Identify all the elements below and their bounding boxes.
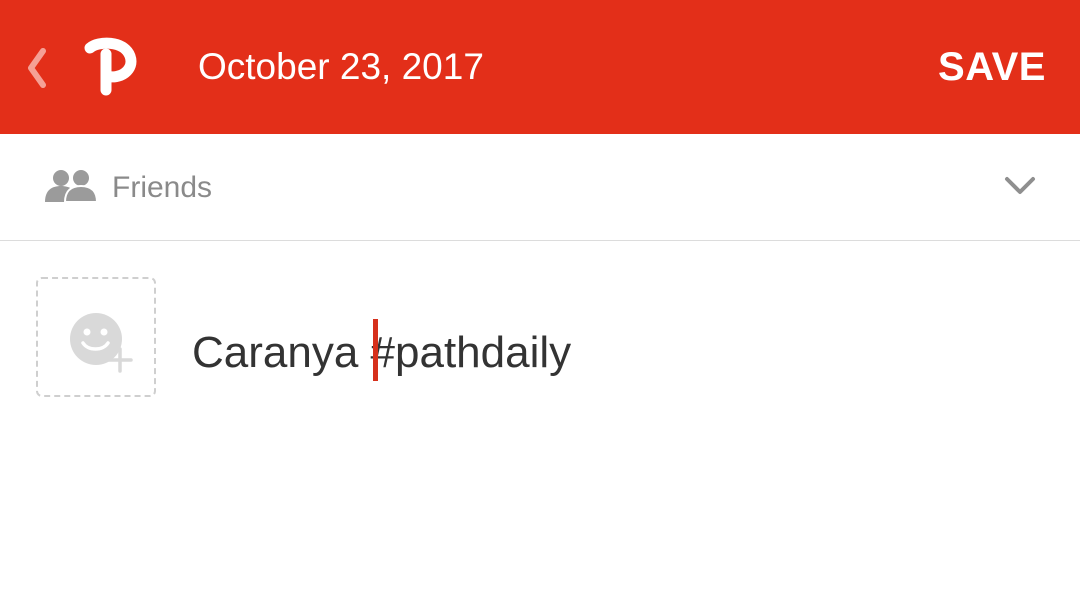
path-logo-icon (78, 36, 138, 98)
back-button[interactable] (18, 40, 54, 96)
top-bar: October 23, 2017 SAVE (0, 0, 1080, 134)
chevron-down-icon (1005, 177, 1035, 194)
post-composer: Caranya #pathdaily (0, 241, 1080, 591)
save-button[interactable]: SAVE (938, 42, 1046, 92)
text-caret (372, 319, 378, 381)
add-sticker-icon (70, 313, 133, 373)
post-text-input[interactable]: Caranya #pathdaily (192, 319, 571, 381)
audience-label: Friends (112, 171, 213, 204)
post-text-before-caret: Caranya (192, 328, 371, 377)
chevron-left-icon (28, 48, 46, 88)
post-text-after-caret: #pathdaily (370, 328, 572, 377)
post-date: October 23, 2017 (198, 46, 484, 87)
add-sticker-button[interactable] (36, 277, 156, 397)
friends-icon (45, 170, 98, 203)
audience-selector[interactable]: Friends (0, 134, 1080, 241)
